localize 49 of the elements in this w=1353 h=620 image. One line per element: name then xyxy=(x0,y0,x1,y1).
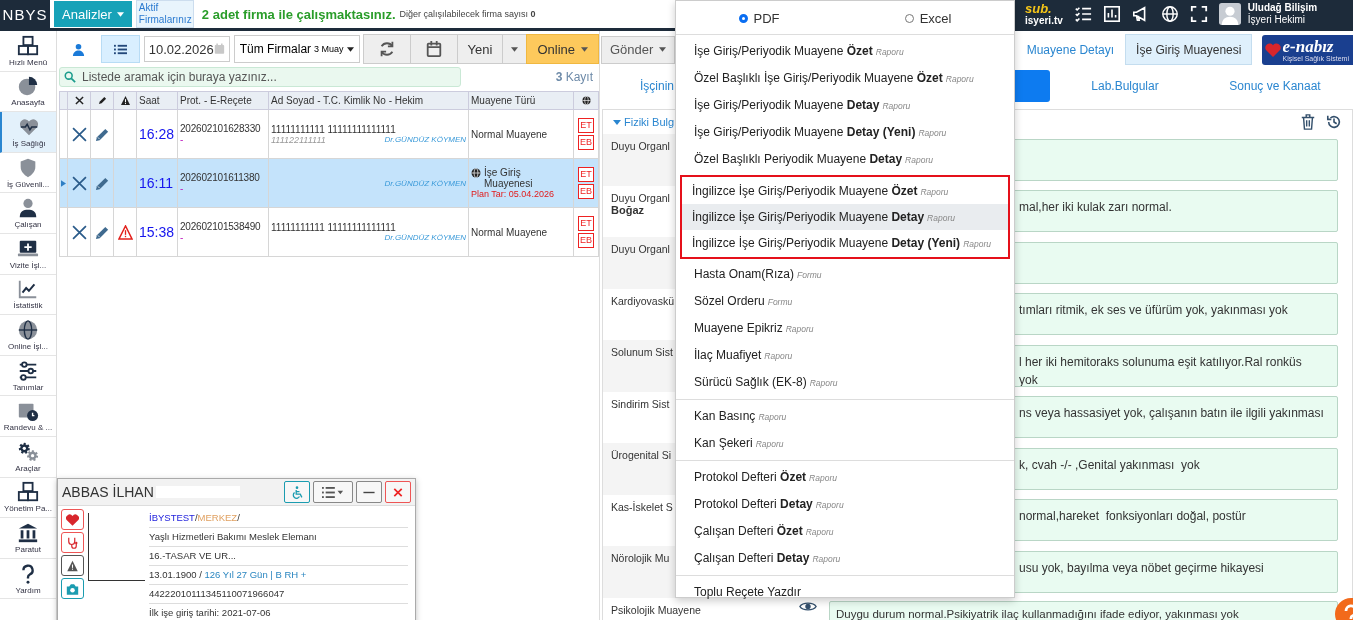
logo: NBYS xyxy=(0,0,50,28)
finding-label: Kas-İskelet S xyxy=(611,500,673,513)
exam-type: Normal Muayene xyxy=(471,128,548,140)
finding-label: Ürogenital Si xyxy=(611,449,672,461)
id-number: 111122111111 xyxy=(271,134,326,145)
finding-label: Sindirim Sist xyxy=(611,397,670,410)
finding-label: Duyu Organl xyxy=(611,191,670,204)
prescription-number: - xyxy=(180,232,184,243)
protocol-number: 202602101628330 xyxy=(180,123,262,134)
firm-message: 2 adet firma ile çalışmaktasınız. xyxy=(201,6,396,22)
finding-label: Kardiyovaskü xyxy=(611,294,675,307)
brand-logo: sub. isyeri.tv xyxy=(1025,2,1063,26)
finding-sublabel: Boğaz xyxy=(611,203,644,216)
exam-type: Normal Muayene xyxy=(471,226,548,238)
birth-info: 13.01.1900 / 126 Yıl 27 Gün | B RH + xyxy=(149,566,408,585)
doctor-name: Dr.GÜNDÜZ KÖYMEN xyxy=(384,233,466,242)
patient-name: 11111111111 11111111111111 xyxy=(271,222,397,233)
column-header: Ad Soyad - T.C. Kimlik No - Hekim xyxy=(271,95,424,106)
prescription-number: - xyxy=(180,134,184,145)
other-firms-count: Diğer çalışılabilecek firma sayısı 0 xyxy=(399,9,536,19)
time-text: 16:28 xyxy=(139,126,175,142)
time-text: 15:38 xyxy=(139,224,175,240)
protocol-number: 202602101538490 xyxy=(180,221,262,232)
patient-name: ABBAS İLHAN xyxy=(62,484,154,500)
finding-label: Duyu Organl xyxy=(611,140,670,152)
finding-label: Nörolojik Mu xyxy=(611,552,670,564)
user-name: Uludağ Bilişim xyxy=(1247,2,1318,14)
doctor-name: Dr.GÜNDÜZ KÖYMEN xyxy=(384,134,466,145)
column-header: Prot. - E-Reçete xyxy=(180,95,252,106)
user-role: İşyeri Hekimi xyxy=(1247,14,1307,26)
info-line: 16.-TASAR VE UR... xyxy=(149,547,408,566)
first-entry-date: İlk işe giriş tarihi: 2021-07-06 xyxy=(149,606,272,620)
id-number: 44222010111345110071966047 xyxy=(149,585,408,604)
prescription-number: - xyxy=(180,183,184,194)
patient-name: 11111111111 11111111111111 xyxy=(271,123,397,135)
finding-label: Psikolojik Muayene xyxy=(611,603,701,616)
finding-label: Duyu Organl xyxy=(611,243,670,255)
time-text: 16:11 xyxy=(139,175,173,191)
finding-label: Solunum Sist xyxy=(611,346,673,358)
column-header: Saat xyxy=(139,95,160,106)
record-count: 3 Kayıt xyxy=(555,70,593,84)
exam-type: İşe Giriş Muayenesi xyxy=(484,167,534,189)
plan-date: Plan Tar: 05.04.2026 xyxy=(471,189,555,199)
info-line: Yaşlı Hizmetleri Bakımı Meslek Elemanı xyxy=(149,528,408,547)
column-header: Muayene Türü xyxy=(471,95,536,106)
logo-name: e-nabız xyxy=(1282,37,1335,55)
protocol-number: 202602101611380 xyxy=(180,172,261,183)
organization: İBYSTEST/MERKEZ/ xyxy=(149,509,408,528)
doctor-name: Dr.GÜNDÜZ KÖYMEN xyxy=(384,178,466,188)
